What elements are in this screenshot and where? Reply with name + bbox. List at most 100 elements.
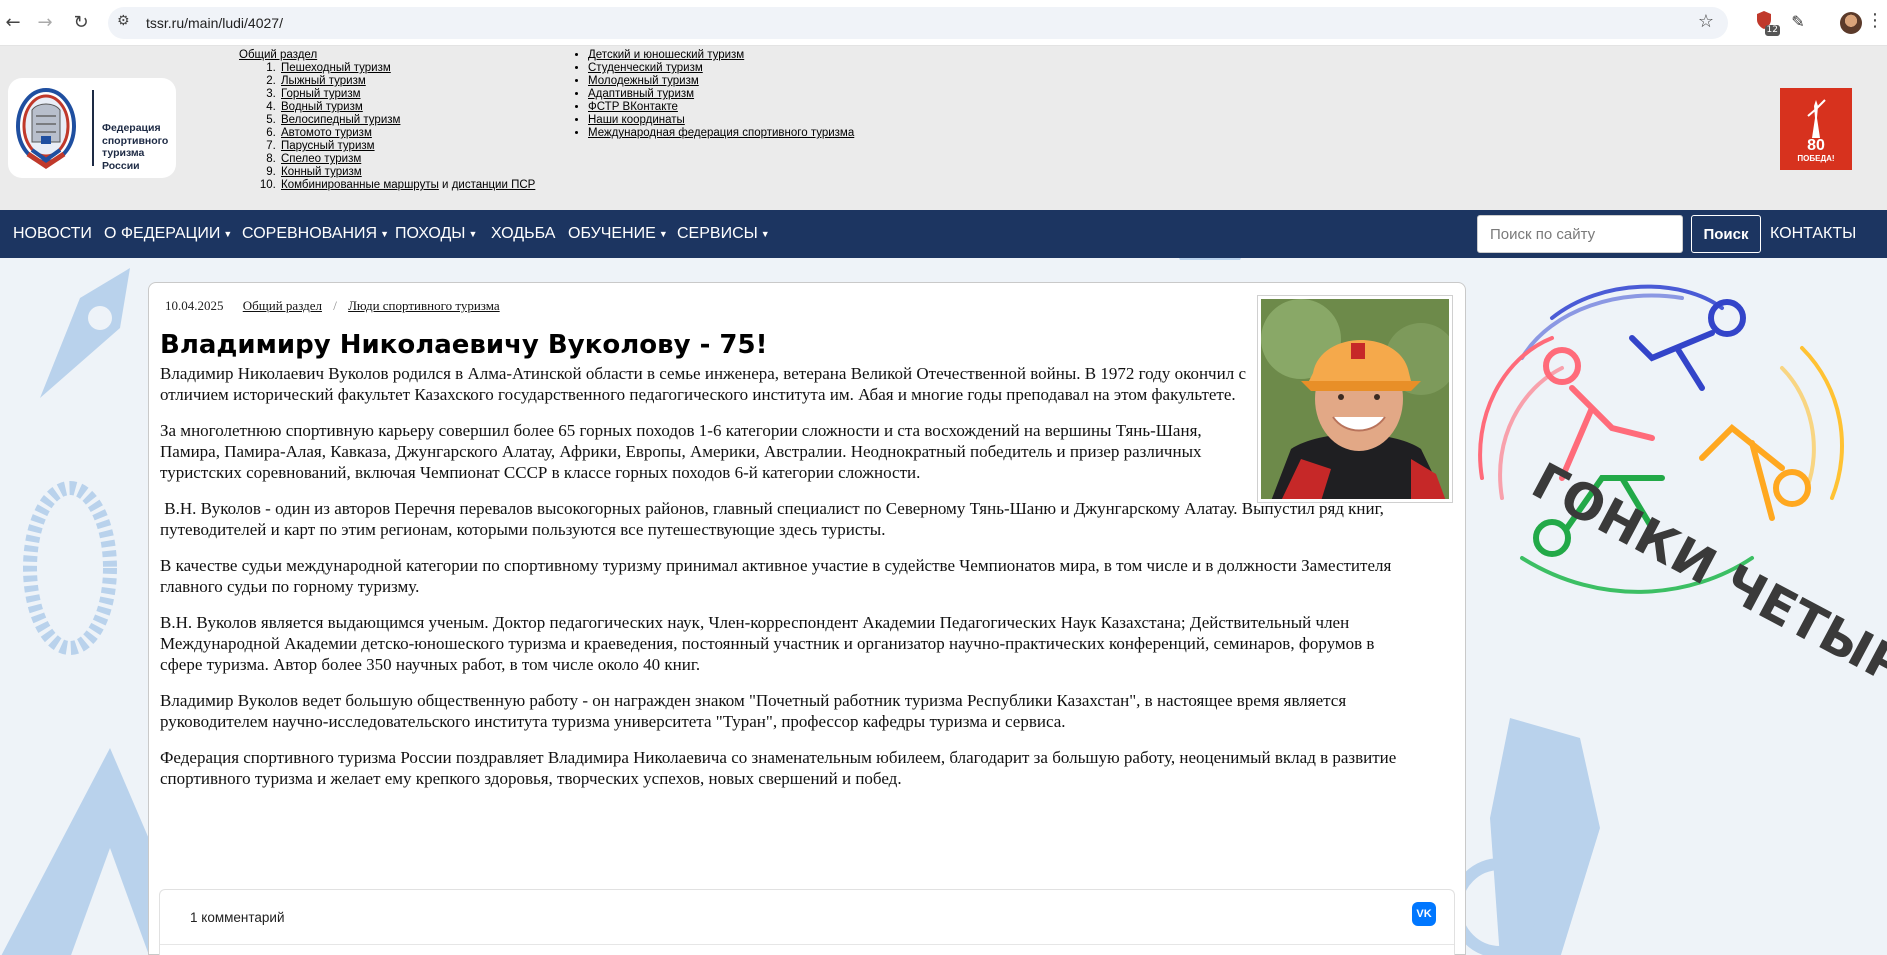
caret-down-icon: ▼ <box>223 229 233 239</box>
nav-services[interactable]: СЕРВИСЫ ▼ <box>677 225 770 243</box>
tourism-type-link[interactable]: Велосипедный туризм <box>281 114 400 126</box>
list-item: ФСТР ВКонтакте <box>588 101 854 114</box>
list-item: Конный туризм <box>279 166 535 179</box>
federation-link[interactable]: Наши координаты <box>588 114 685 126</box>
link-joiner: и <box>438 179 452 191</box>
article-paragraph: В.Н. Вуколов - один из авторов Перечня п… <box>160 499 1389 539</box>
race-of-four-banner[interactable]: ГОНКИ ЧЕТЫРЕХ <box>1462 278 1887 698</box>
federation-link[interactable]: Студенческий туризм <box>588 62 703 74</box>
nav-label: ХОДЬБА <box>491 225 556 242</box>
list-item: Комбинированные маршруты и дистанции ПСР <box>279 179 535 192</box>
emblem-icon <box>16 88 76 170</box>
victory-text: ПОБЕДА! <box>1797 154 1835 163</box>
federation-link[interactable]: ФСТР ВКонтакте <box>588 101 678 113</box>
tourism-type-link[interactable]: Парусный туризм <box>281 140 375 152</box>
tourism-type-link[interactable]: Конный туризм <box>281 166 362 178</box>
reload-icon[interactable]: ↻ <box>68 10 94 36</box>
general-section-link[interactable]: Общий раздел <box>239 49 317 61</box>
browser-menu-icon[interactable]: ⋮ <box>1866 10 1884 31</box>
tourism-type-link[interactable]: Горный туризм <box>281 88 361 100</box>
breadcrumb: 10.04.2025 Общий раздел / Люди спортивно… <box>165 298 500 314</box>
federation-link[interactable]: Адаптивный туризм <box>588 88 694 100</box>
main-navbar: НОВОСТИ О ФЕДЕРАЦИИ ▼ СОРЕВНОВАНИЯ ▼ ПОХОД… <box>0 210 1887 258</box>
article-date: 10.04.2025 <box>165 298 224 313</box>
caret-down-icon: ▼ <box>380 229 390 239</box>
bookmark-star-icon[interactable]: ☆ <box>1698 11 1714 32</box>
logo-divider <box>92 90 94 166</box>
federation-link[interactable]: Молодежный туризм <box>588 75 699 87</box>
profile-avatar[interactable] <box>1840 12 1862 34</box>
site-search-input[interactable] <box>1477 215 1683 253</box>
comments-widget: 1 комментарий VK <box>159 889 1455 955</box>
comments-count[interactable]: 1 комментарий <box>190 910 284 925</box>
list-item: Адаптивный туризм <box>588 88 854 101</box>
rope-bg-icon <box>23 481 117 655</box>
list-item: Водный туризм <box>279 101 535 114</box>
nav-label: НОВОСТИ <box>13 225 92 242</box>
article-title: Владимиру Николаевичу Вуколову - 75! <box>160 330 768 360</box>
back-icon[interactable]: ← <box>0 10 26 36</box>
tourism-type-link[interactable]: Спелео туризм <box>281 153 361 165</box>
breadcrumb-people[interactable]: Люди спортивного туризма <box>348 298 500 313</box>
nav-label: СЕРВИСЫ <box>677 225 758 243</box>
federation-links-menu: Детский и юношеский туризм Студенческий … <box>574 49 854 140</box>
article-paragraph: В качестве судьи международной категории… <box>160 556 1392 596</box>
article-paragraph: Федерация спортивного туризма России поз… <box>160 748 1397 788</box>
tourism-type-link[interactable]: Водный туризм <box>281 101 363 113</box>
caret-down-icon: ▼ <box>658 229 668 239</box>
divider <box>160 944 1454 945</box>
extensions-puzzle-icon[interactable]: ✎ <box>1786 10 1810 34</box>
nav-contacts[interactable]: КОНТАКТЫ <box>1770 225 1856 243</box>
article-paragraph: Владимир Вуколов ведет большую обществен… <box>160 691 1347 731</box>
nav-label: ПОХОДЫ <box>395 225 466 243</box>
address-bar[interactable]: ⚙ tssr.ru/main/ludi/4027/ ☆ <box>108 7 1728 39</box>
list-item: Парусный туризм <box>279 140 535 153</box>
search-button[interactable]: Поиск <box>1691 215 1761 253</box>
article-body: Владимир Николаевич Вуколов родился в Ал… <box>160 363 1420 804</box>
federation-logo[interactable]: Федерация спортивного туризма России <box>8 78 176 178</box>
nav-walking[interactable]: ХОДЬБА <box>491 225 555 243</box>
browser-toolbar: ← → ↻ ⚙ tssr.ru/main/ludi/4027/ ☆ 12 ✎ ⋮ <box>0 0 1887 46</box>
motherland-statue-icon <box>1807 99 1826 138</box>
victory-80-banner[interactable]: 80 ПОБЕДА! <box>1780 88 1852 170</box>
tourism-type-link[interactable]: Пешеходный туризм <box>281 62 391 74</box>
vk-icon[interactable]: VK <box>1412 902 1436 926</box>
forward-icon[interactable]: → <box>32 10 58 36</box>
race-of-four-text: ГОНКИ ЧЕТЫРЕХ <box>1523 452 1887 698</box>
nav-label: О ФЕДЕРАЦИИ <box>104 225 221 243</box>
logo-text: Федерация спортивного туризма России <box>102 122 169 172</box>
nav-news[interactable]: НОВОСТИ <box>13 225 92 243</box>
breadcrumb-general-section[interactable]: Общий раздел <box>243 298 322 313</box>
tourism-type-link[interactable]: Автомото туризм <box>281 127 372 139</box>
list-item: Лыжный туризм <box>279 75 535 88</box>
tourism-types-menu: Общий раздел Пешеходный туризм Лыжный ту… <box>239 49 535 192</box>
article-paragraph: Владимир Николаевич Вуколов родился в Ал… <box>160 364 1246 404</box>
list-item: Молодежный туризм <box>588 75 854 88</box>
extension-shield-icon[interactable]: 12 <box>1752 10 1780 36</box>
federation-link[interactable]: Международная федерация спортивного тури… <box>588 127 854 139</box>
site-header: Федерация спортивного туризма России Общ… <box>0 46 1887 210</box>
list-item: Спелео туризм <box>279 153 535 166</box>
article-card: 10.04.2025 Общий раздел / Люди спортивно… <box>148 282 1466 955</box>
list-item: Наши координаты <box>588 114 854 127</box>
list-item: Студенческий туризм <box>588 62 854 75</box>
federation-link[interactable]: Детский и юношеский туризм <box>588 49 744 61</box>
caret-down-icon: ▼ <box>760 229 770 239</box>
victory-number: 80 <box>1807 137 1825 154</box>
nav-label: ОБУЧЕНИЕ <box>568 225 656 243</box>
tourism-type-link[interactable]: Лыжный туризм <box>281 75 366 87</box>
nav-about-federation[interactable]: О ФЕДЕРАЦИИ ▼ <box>104 225 232 243</box>
extension-badge: 12 <box>1764 25 1780 36</box>
breadcrumb-separator: / <box>333 298 337 313</box>
nav-training[interactable]: ОБУЧЕНИЕ ▼ <box>568 225 668 243</box>
psr-distances-link[interactable]: дистанции ПСР <box>452 179 536 191</box>
nav-competitions[interactable]: СОРЕВНОВАНИЯ ▼ <box>242 225 389 243</box>
site-settings-icon[interactable]: ⚙ <box>117 13 130 29</box>
list-item: Пешеходный туризм <box>279 62 535 75</box>
list-item: Детский и юношеский туризм <box>588 49 854 62</box>
list-item: Велосипедный туризм <box>279 114 535 127</box>
url-text[interactable]: tssr.ru/main/ludi/4027/ <box>146 15 283 31</box>
combined-routes-link[interactable]: Комбинированные маршруты <box>281 179 439 191</box>
nav-hikes[interactable]: ПОХОДЫ ▼ <box>395 225 477 243</box>
list-item: Горный туризм <box>279 88 535 101</box>
